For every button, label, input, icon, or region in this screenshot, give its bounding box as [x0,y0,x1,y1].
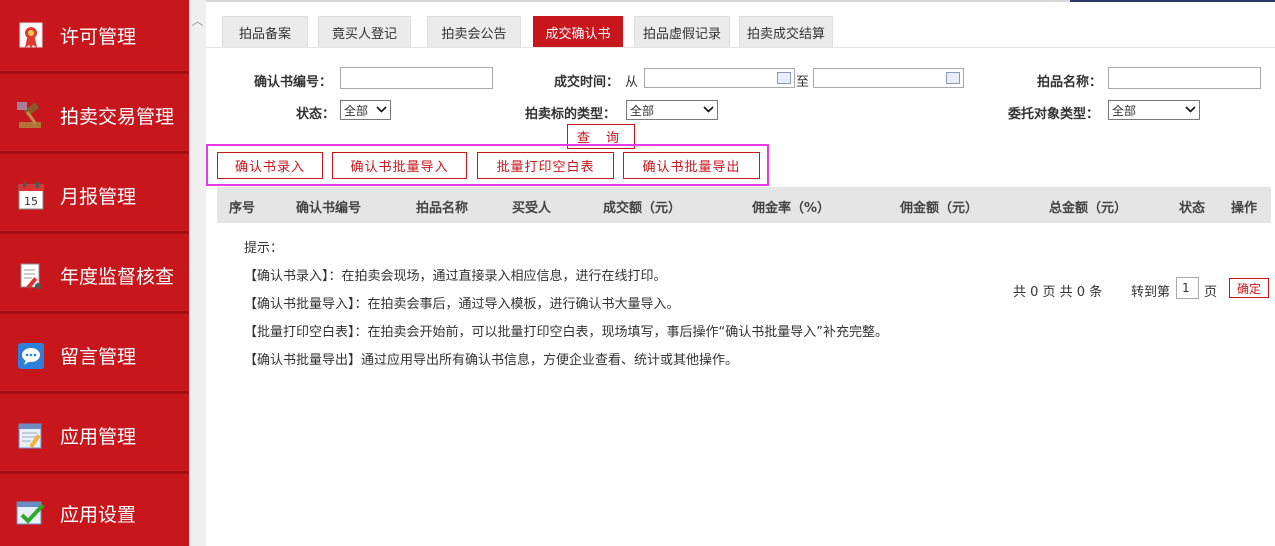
tip-line: 【批量打印空白表】：在拍卖会开始前，可以批量打印空白表，现场填写，事后操作“确认… [244,325,888,340]
checkmark-window-icon [16,498,46,528]
column-header: 佣金额（元） [900,201,979,216]
tip-line: 【确认书批量导入】：在拍卖会事后，通过导入模板，进行确认书大量导入。 [244,297,680,312]
target-type-select[interactable]: 全部 [626,100,718,120]
calendar-picker-icon[interactable] [777,72,791,84]
status-select-value: 全部 [344,103,369,118]
sidebar-item-messages[interactable]: 留言管理 [0,320,189,394]
pager-unit: 页 [1204,285,1218,300]
top-accent-bar [1070,0,1275,2]
tip-line: 【确认书录入】：在拍卖会现场，通过直接录入相应信息，进行在线打印。 [244,269,667,284]
tab-bar: 拍品备案 竟买人登记 拍卖会公告 成交确认书 拍品虚假记录 拍卖成交结算 [206,16,1275,48]
sidebar-item-label: 年度监督核查 [60,266,175,288]
status-label: 状态： [296,107,336,122]
sidebar: 许可管理 拍卖交易管理 15 月报管理 年度监督核查 留言管理 应用管理 应用设… [0,0,189,546]
deal-time-start-input[interactable] [644,68,795,88]
sidebar-item-annual-inspection[interactable]: 年度监督核查 [0,240,189,314]
tab-item-filing[interactable]: 拍品备案 [222,16,308,47]
column-header: 序号 [229,201,256,216]
sidebar-item-label: 月报管理 [60,186,137,208]
column-header: 成交额（元） [603,201,682,216]
column-header: 拍品名称 [416,201,469,216]
scrollbar[interactable] [189,0,206,546]
deal-time-end-input[interactable] [813,68,964,88]
column-header: 操作 [1231,201,1258,216]
sidebar-item-app-management[interactable]: 应用管理 [0,400,189,474]
cert-entry-button[interactable]: 确认书录入 [217,152,323,179]
calendar-picker-icon[interactable] [946,72,960,84]
pager-summary: 共 0 页 共 0 条 [1013,285,1103,300]
sidebar-item-license[interactable]: 许可管理 [0,0,189,74]
deal-time-label: 成交时间： [554,75,620,90]
tab-deal-confirmation[interactable]: 成交确认书 [533,16,623,47]
chat-bubble-icon [16,341,46,371]
sidebar-item-label: 应用管理 [60,426,137,448]
tab-auction-announcement[interactable]: 拍卖会公告 [427,16,521,47]
column-header: 总金额（元） [1049,201,1128,216]
tab-deal-settlement[interactable]: 拍卖成交结算 [739,16,833,47]
pager-goto-label: 转到第 [1131,285,1171,300]
consign-type-select-value: 全部 [1112,103,1137,118]
status-select[interactable]: 全部 [340,100,391,120]
gavel-icon [16,101,46,131]
tab-bidder-registration[interactable]: 竟买人登记 [318,16,411,47]
tip-line: 【确认书批量导出】通过应用导出所有确认书信息，方便企业查看、统计或其他操作。 [244,353,739,368]
consign-type-select[interactable]: 全部 [1108,100,1200,120]
sidebar-item-label: 拍卖交易管理 [60,106,175,128]
to-label: 至 [796,75,810,90]
item-name-input[interactable] [1108,67,1261,89]
column-header: 状态 [1179,201,1206,216]
cert-batch-export-button[interactable]: 确认书批量导出 [623,152,760,179]
item-name-label: 拍品名称： [1037,75,1103,90]
sidebar-item-label: 应用设置 [60,503,137,526]
cert-no-label: 确认书编号： [254,75,333,90]
cert-no-input[interactable] [340,67,493,89]
target-type-label: 拍卖标的类型： [525,107,617,122]
sidebar-item-label: 许可管理 [60,26,137,48]
tips-title: 提示： [244,241,284,256]
batch-print-blank-button[interactable]: 批量打印空白表 [477,152,614,179]
notepad-pencil-icon [16,421,46,451]
tab-false-records[interactable]: 拍品虚假记录 [634,16,730,47]
sidebar-item-auction-trade[interactable]: 拍卖交易管理 [0,80,189,154]
cert-batch-import-button[interactable]: 确认书批量导入 [332,152,467,179]
scroll-up-icon[interactable]: ︿ [191,14,204,28]
column-header: 确认书编号 [296,201,362,216]
chevron-down-icon [1185,103,1196,118]
chevron-down-icon [376,103,387,118]
calendar-day: 15 [24,195,38,208]
certificate-award-icon [16,21,46,51]
consign-type-label: 委托对象类型： [1008,107,1100,122]
from-label: 从 [625,75,639,90]
chevron-down-icon [703,103,714,118]
column-header: 佣金率（%） [752,201,831,216]
pager-confirm-button[interactable]: 确定 [1229,278,1269,298]
target-type-select-value: 全部 [630,103,655,118]
column-header: 买受人 [512,201,552,216]
document-edit-icon [16,261,46,291]
calendar-icon: 15 [16,181,46,211]
sidebar-item-monthly-report[interactable]: 15 月报管理 [0,160,189,234]
sidebar-item-app-settings[interactable]: 应用设置 [0,480,189,546]
sidebar-item-label: 留言管理 [60,346,137,368]
table-header: 序号 确认书编号 拍品名称 买受人 成交额（元） 佣金率（%） 佣金额（元） 总… [217,187,1271,223]
page-number-input[interactable]: 1 [1176,277,1199,299]
